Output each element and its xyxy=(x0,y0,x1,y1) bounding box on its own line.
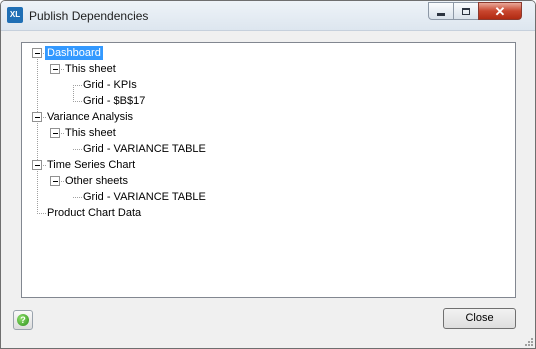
tree-node-label[interactable]: Time Series Chart xyxy=(47,158,135,172)
title-bar[interactable]: XL Publish Dependencies ✕ xyxy=(1,1,535,31)
tree-node-label[interactable]: Grid - $B$17 xyxy=(83,94,145,108)
minimize-button[interactable] xyxy=(428,2,454,20)
window-title: Publish Dependencies xyxy=(29,9,149,23)
collapse-node-icon[interactable] xyxy=(32,112,42,122)
tree-node-label[interactable]: Grid - VARIANCE TABLE xyxy=(83,142,206,156)
collapse-node-icon[interactable] xyxy=(32,48,42,58)
collapse-node-icon[interactable] xyxy=(32,160,42,170)
tree-node-label[interactable]: Dashboard xyxy=(45,46,103,60)
dependency-tree[interactable]: Dashboard This sheet Grid - KPIs Grid - $B$… xyxy=(21,42,516,298)
tree-node-label[interactable]: Product Chart Data xyxy=(47,206,141,220)
help-icon: ? xyxy=(17,314,29,326)
tree-node-label[interactable]: Grid - KPIs xyxy=(83,78,137,92)
tree-node-label[interactable]: Grid - VARIANCE TABLE xyxy=(83,190,206,204)
close-button[interactable]: Close xyxy=(443,308,516,329)
collapse-node-icon[interactable] xyxy=(50,176,60,186)
maximize-button[interactable] xyxy=(453,2,479,20)
window-close-button[interactable]: ✕ xyxy=(478,2,522,20)
tree-node-label[interactable]: Variance Analysis xyxy=(47,110,133,124)
close-icon: ✕ xyxy=(494,3,506,19)
dialog-window: XL Publish Dependencies ✕ Dashboard This … xyxy=(0,0,536,349)
collapse-node-icon[interactable] xyxy=(50,64,60,74)
collapse-node-icon[interactable] xyxy=(50,128,60,138)
minimize-icon xyxy=(437,12,445,16)
resize-grip-icon[interactable] xyxy=(524,337,534,347)
tree-node-label[interactable]: This sheet xyxy=(65,126,116,140)
help-button[interactable]: ? xyxy=(13,310,33,330)
tree-node-label[interactable]: This sheet xyxy=(65,62,116,76)
tree-node-label[interactable]: Other sheets xyxy=(65,174,128,188)
maximize-icon xyxy=(462,7,470,15)
app-logo-icon: XL xyxy=(7,7,23,23)
